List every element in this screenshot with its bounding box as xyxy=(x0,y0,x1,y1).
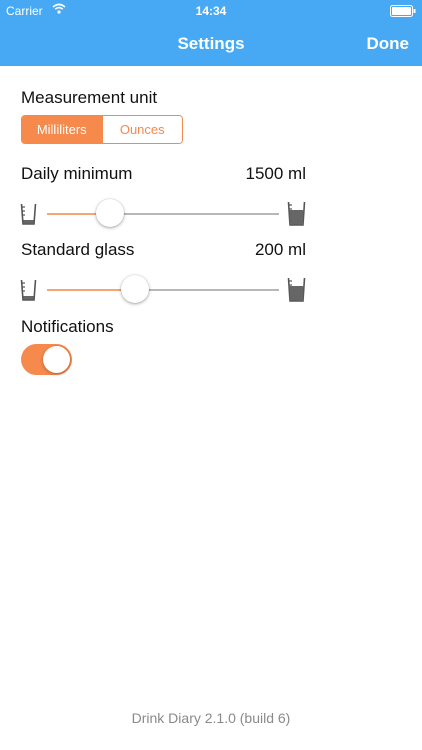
toggle-knob xyxy=(43,346,70,373)
daily-minimum-label: Daily minimum xyxy=(21,164,133,183)
measurement-unit-label: Measurement unit xyxy=(21,88,158,107)
standard-glass-slider[interactable] xyxy=(20,273,306,307)
version-label: Drink Diary 2.1.0 (build 6) xyxy=(131,710,291,726)
standard-glass-label: Standard glass xyxy=(21,240,135,259)
standard-glass-value: 200 ml xyxy=(254,240,306,259)
measurement-unit-segmented-control: Milliliters Ounces xyxy=(21,115,183,144)
empty-glass-icon xyxy=(20,279,37,306)
full-glass-icon xyxy=(287,201,306,231)
done-button[interactable]: Done xyxy=(367,34,410,54)
daily-minimum-slider[interactable] xyxy=(20,197,306,231)
clock: 14:34 xyxy=(195,4,227,18)
segment-milliliters[interactable]: Milliliters xyxy=(22,116,102,143)
slider-thumb[interactable] xyxy=(121,275,150,303)
empty-glass-icon xyxy=(20,203,37,230)
segment-ounces[interactable]: Ounces xyxy=(101,116,182,143)
page-title: Settings xyxy=(177,34,245,53)
slider-thumb[interactable] xyxy=(95,199,124,227)
full-glass-icon xyxy=(287,277,306,307)
battery-icon xyxy=(390,5,416,20)
status-bar: Carrier 14:34 xyxy=(0,0,422,22)
daily-minimum-value: 1500 ml xyxy=(245,164,306,183)
slider-track xyxy=(47,289,279,291)
slider-track xyxy=(47,213,279,215)
notifications-toggle[interactable] xyxy=(21,344,72,375)
notifications-label: Notifications xyxy=(21,317,114,336)
